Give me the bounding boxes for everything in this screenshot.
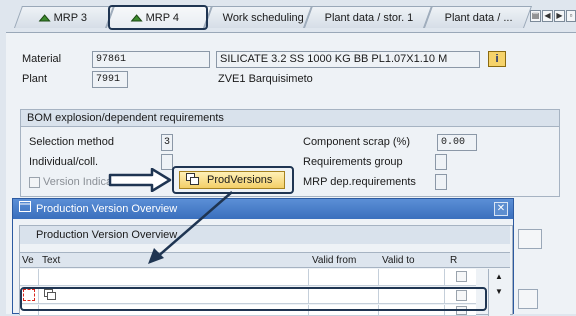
versions-icon	[186, 172, 199, 188]
tab-label: MRP 3	[53, 11, 88, 24]
tab-label: Plant data / stor. 1	[324, 11, 414, 24]
prodversions-button[interactable]: ProdVersions	[179, 171, 285, 189]
scroll-up-icon[interactable]: ▲	[495, 272, 503, 281]
col-ve[interactable]: Ve	[22, 255, 34, 266]
mrp-dep-label: MRP dep.requirements	[303, 176, 416, 188]
tab-label: Work scheduling	[222, 11, 304, 24]
tab-left-icon[interactable]: ◀	[542, 10, 553, 22]
scroll-down-icon[interactable]: ▼	[495, 287, 503, 296]
selection-method-label: Selection method	[29, 136, 114, 148]
background-field	[518, 289, 538, 309]
annotation-arrow-diagonal	[148, 191, 233, 264]
col-text[interactable]: Text	[42, 255, 60, 266]
material-label: Material	[22, 53, 62, 65]
table-scrollbar[interactable]: ▲ ▼	[488, 269, 510, 316]
mrp-dep-field[interactable]	[435, 174, 447, 190]
tab-right-icon[interactable]: ▶	[554, 10, 565, 22]
annotation-highlight	[20, 287, 487, 311]
component-scrap-field[interactable]: 0.00	[437, 134, 477, 151]
tab-list-icon[interactable]: ▤	[530, 10, 541, 22]
tab-work-scheduling[interactable]: Work scheduling	[203, 6, 313, 28]
material-field[interactable]: 97861	[92, 51, 210, 68]
version-indicator-label: Version Indicat	[43, 176, 116, 188]
production-version-dialog: Production Version Overview ✕ Production…	[12, 198, 514, 316]
tab-mrp3[interactable]: MRP 3	[13, 6, 115, 28]
version-indicator-checkbox[interactable]	[29, 176, 40, 188]
material-description: SILICATE 3.2 SS 1000 KG BB PL1.07X1.10 M	[216, 51, 480, 68]
tab-bar: MRP 3 MRP 4 Work scheduling Plant data /…	[0, 0, 576, 32]
info-icon[interactable]: i	[488, 51, 506, 67]
window-icon	[19, 199, 31, 219]
prodversions-label: ProdVersions	[207, 174, 273, 186]
col-r[interactable]: R	[450, 255, 457, 266]
mrp-icon	[38, 13, 51, 23]
table-header: Ve Text Valid from Valid to R	[20, 252, 510, 268]
tab-menu-icon[interactable]: ▫	[566, 10, 576, 22]
row-checkbox[interactable]	[456, 271, 467, 282]
version-indicator[interactable]: Version Indicat	[29, 176, 115, 188]
requirements-group-field[interactable]	[435, 154, 447, 170]
close-icon[interactable]: ✕	[494, 202, 508, 216]
plant-description: ZVE1 Barquisimeto	[218, 73, 313, 85]
selection-method-field[interactable]: 3	[161, 134, 173, 151]
bom-group-title: BOM explosion/dependent requirements	[21, 110, 559, 127]
tab-plant-data-more[interactable]: Plant data / ...	[423, 6, 533, 28]
requirements-group-label: Requirements group	[303, 156, 403, 168]
annotation-highlight	[108, 5, 208, 30]
plant-field[interactable]: 7991	[92, 71, 128, 88]
dialog-content: Production Version Overview Ve Text Vali…	[19, 225, 513, 316]
tab-plant-data-stor1[interactable]: Plant data / stor. 1	[303, 6, 433, 28]
dialog-titlebar: Production Version Overview	[13, 199, 513, 219]
individual-coll-label: Individual/coll.	[29, 156, 99, 168]
component-scrap-label: Component scrap (%)	[303, 136, 410, 148]
background-field	[518, 229, 542, 249]
table-row[interactable]	[20, 269, 476, 286]
col-valid-from[interactable]: Valid from	[312, 255, 356, 266]
col-valid-to[interactable]: Valid to	[382, 255, 415, 266]
dialog-subtitle: Production Version Overview	[20, 226, 510, 244]
plant-label: Plant	[22, 73, 48, 85]
tab-label: Plant data / ...	[444, 11, 513, 24]
